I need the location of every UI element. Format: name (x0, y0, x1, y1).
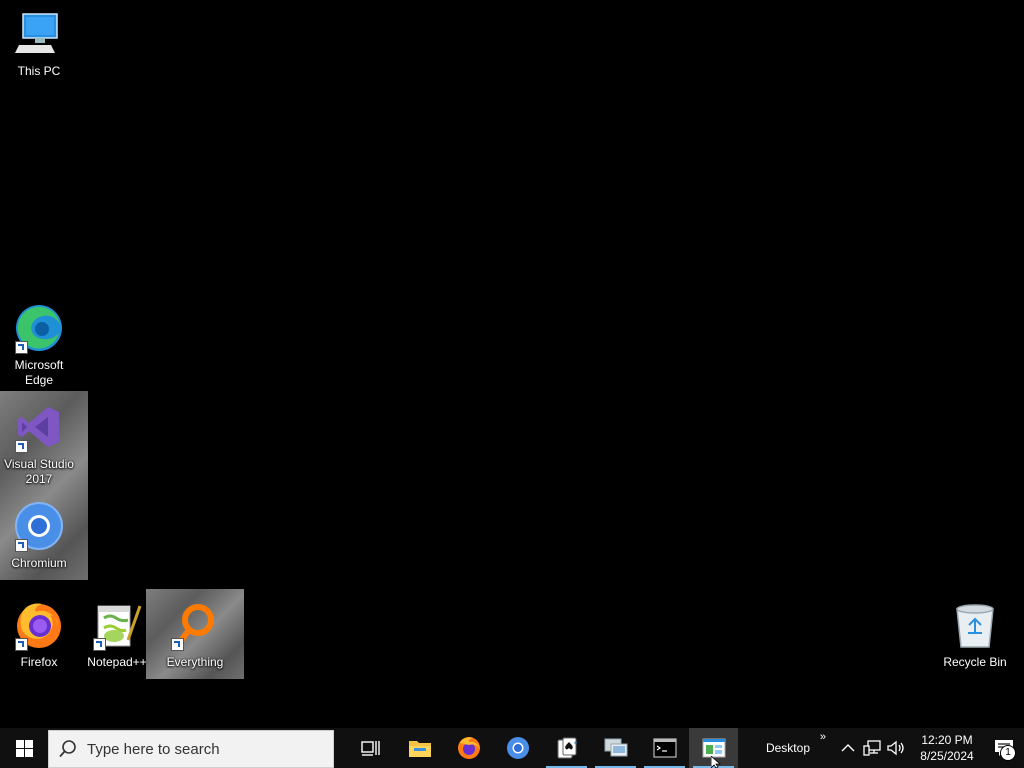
solitaire-icon: ✦ (557, 737, 578, 759)
window-app-icon (702, 738, 725, 758)
chromium-icon (506, 737, 529, 759)
task-view-button[interactable] (346, 728, 395, 768)
toolbar-overflow-chevron-icon[interactable]: » (820, 731, 826, 743)
mouse-pointer-icon (711, 756, 722, 768)
desktop-icon-label: Recycle Bin (943, 655, 1007, 669)
desktop-icon-notepad-plus-plus[interactable]: Notepad++ (78, 599, 156, 670)
desktop-icon-label: Visual Studio 2017 (4, 457, 74, 486)
command-prompt-icon (652, 738, 677, 758)
shortcut-arrow-icon (15, 341, 28, 354)
firefox-icon (13, 599, 65, 651)
everything-search-icon (169, 599, 221, 651)
edge-icon (13, 302, 65, 354)
taskbar-chromium-button[interactable] (493, 728, 542, 768)
taskbar-remote-desktop-button[interactable] (591, 728, 640, 768)
search-input[interactable] (85, 739, 319, 759)
desktop-icon-label: Chromium (11, 556, 67, 570)
shortcut-arrow-icon (171, 638, 184, 651)
desktop-icon-chromium[interactable]: Chromium (0, 500, 78, 571)
desktop-icon-everything[interactable]: Everything (156, 599, 234, 670)
start-button[interactable] (0, 728, 48, 768)
volume-tray-button[interactable] (884, 728, 908, 768)
desktop-icon-label: Microsoft Edge (14, 358, 64, 387)
desktop-icon-firefox[interactable]: Firefox (0, 599, 78, 670)
windows-logo-icon (15, 739, 33, 757)
chromium-icon (13, 500, 65, 552)
system-tray: Desktop » 12:20 PM 8/25/2024 1 (766, 728, 1024, 768)
chevron-up-icon (841, 744, 855, 752)
desktop-icon-recycle-bin[interactable]: Recycle Bin (936, 599, 1014, 670)
notepad-plus-plus-icon (91, 599, 143, 651)
search-icon (59, 740, 76, 758)
desktop-icon-this-pc[interactable]: This PC (0, 8, 78, 79)
taskbar-solitaire-button[interactable]: ✦ (542, 728, 591, 768)
network-tray-button[interactable] (860, 728, 884, 768)
this-pc-icon (13, 8, 65, 60)
shortcut-arrow-icon (93, 638, 106, 651)
desktop: This PC Microsoft Edge Visual Studio 201… (0, 0, 1024, 728)
desktop-icon-microsoft-edge[interactable]: Microsoft Edge (0, 302, 78, 388)
desktop-icon-label: This PC (17, 64, 61, 78)
clock-time: 12:20 PM (921, 733, 973, 747)
shortcut-arrow-icon (15, 638, 28, 651)
desktop-toolbar[interactable]: Desktop » (765, 731, 826, 755)
network-icon (863, 740, 881, 756)
action-center-button[interactable]: 1 (984, 728, 1024, 768)
taskbar-clock[interactable]: 12:20 PM 8/25/2024 (910, 732, 984, 764)
shortcut-arrow-icon (15, 539, 28, 552)
taskbar-command-prompt-button[interactable] (640, 728, 689, 768)
task-view-icon (360, 741, 380, 756)
recycle-bin-icon (949, 599, 1001, 651)
desktop-icon-label: Notepad++ (87, 655, 147, 669)
visual-studio-icon (13, 401, 65, 453)
remote-desktop-icon (604, 738, 627, 757)
desktop-toolbar-label: Desktop (765, 741, 810, 755)
volume-icon (887, 740, 904, 756)
show-hidden-icons-button[interactable] (836, 728, 860, 768)
taskbar-search-box[interactable] (48, 730, 334, 768)
shortcut-arrow-icon (15, 440, 28, 453)
desktop-icon-visual-studio-2017[interactable]: Visual Studio 2017 (0, 401, 78, 487)
clock-date: 8/25/2024 (920, 749, 974, 763)
taskbar-firefox-button[interactable] (444, 728, 493, 768)
desktop-icon-label: Everything (166, 655, 224, 669)
firefox-icon (457, 737, 480, 759)
svg-text:✦: ✦ (573, 740, 578, 747)
taskbar-file-explorer-button[interactable] (395, 728, 444, 768)
desktop-icon-label: Firefox (20, 655, 58, 669)
file-explorer-icon (408, 741, 431, 757)
taskbar: ✦ Desktop » (0, 728, 1024, 768)
notification-count-badge: 1 (1000, 745, 1016, 761)
